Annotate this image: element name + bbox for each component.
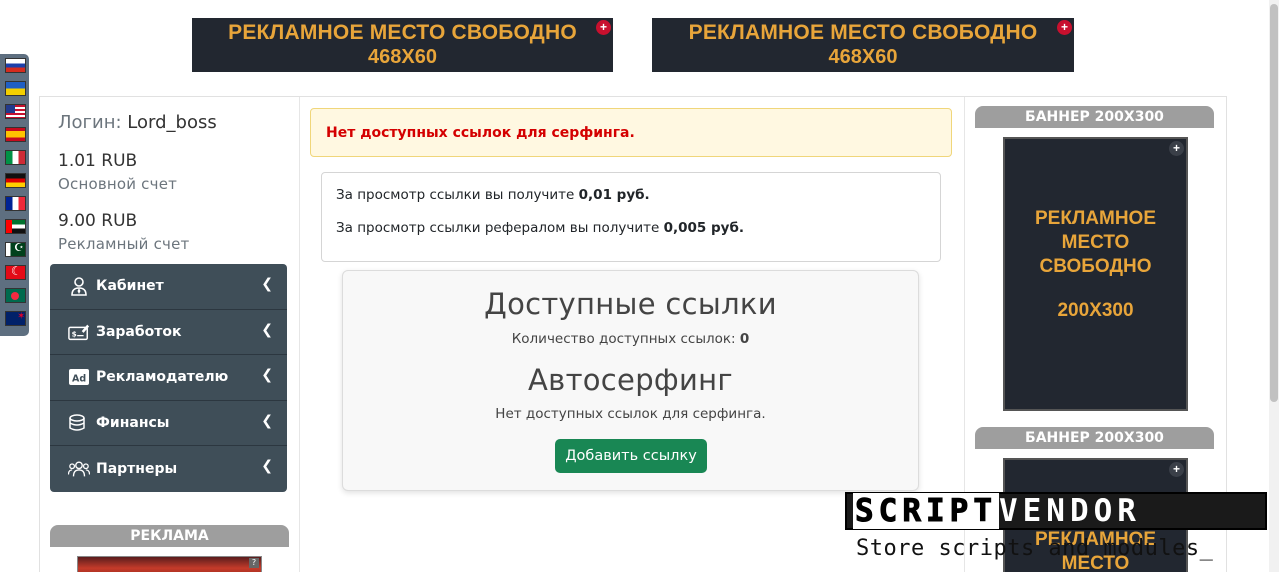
sidebar-menu: Кабинет ❮ $ Заработок ❮ Ad Рекламодателю… (50, 264, 287, 492)
ad-balance-value: 9.00 RUB (58, 211, 138, 231)
flag-ukraine-icon[interactable] (5, 81, 26, 96)
reward-label: За просмотр ссылки вы получите (336, 187, 575, 203)
reklama-thumbnail[interactable]: ? (77, 556, 262, 572)
flag-bangladesh-icon[interactable] (5, 288, 26, 303)
scriptvendor-watermark: SCRIPTVENDOR Store scripts and modules_ (845, 492, 1267, 572)
menu-item-finance[interactable]: Финансы ❮ (50, 401, 287, 447)
banner-heading: БАННЕР 200X300 (975, 106, 1214, 128)
no-links-alert: Нет доступных ссылок для серфинга. (310, 108, 952, 157)
banner-text: РЕКЛАМНОЕ МЕСТО СВОБОДНО (688, 21, 1038, 44)
login-label: Логин: (58, 112, 122, 133)
available-links-title: Доступные ссылки (484, 287, 777, 321)
autosurf-text: Нет доступных ссылок для серфинга. (495, 406, 766, 422)
logo-part-script: SCRIPT (853, 493, 999, 529)
users-icon (68, 458, 90, 480)
scriptvendor-logo: SCRIPTVENDOR (845, 492, 1267, 530)
plus-icon[interactable]: + (1169, 141, 1184, 156)
menu-label: Заработок (96, 323, 182, 340)
menu-label: Кабинет (96, 278, 164, 295)
login-value: Lord_boss (127, 112, 217, 133)
flag-russia-icon[interactable] (5, 58, 26, 73)
alert-text: Нет доступных ссылок для серфинга. (326, 124, 635, 141)
banner-heading: БАННЕР 200X300 (975, 427, 1214, 449)
chevron-left-icon: ❮ (261, 321, 273, 338)
banner-text: РЕКЛАМНОЕ (1035, 208, 1156, 229)
plus-icon[interactable]: + (596, 20, 611, 35)
reward-line: За просмотр ссылки вы получите 0,01 руб. (336, 187, 940, 203)
login-line: Логин: Lord_boss (58, 112, 217, 133)
menu-label: Финансы (96, 415, 170, 432)
main-balance-value: 1.01 RUB (58, 151, 138, 171)
banner-text: РЕКЛАМНОЕ МЕСТО СВОБОДНО (228, 21, 577, 44)
banner-text: МЕСТО (1061, 232, 1130, 253)
banner-text: СВОБОДНО (1039, 256, 1152, 277)
menu-item-partners[interactable]: Партнеры ❮ (50, 446, 287, 492)
flag-uae-icon[interactable] (5, 219, 26, 234)
menu-label: Рекламодателю (96, 369, 229, 386)
chevron-left-icon: ❮ (261, 412, 273, 429)
flag-france-icon[interactable] (5, 196, 26, 211)
flag-pakistan-icon[interactable] (5, 242, 26, 257)
scrollbar-thumb[interactable] (1270, 4, 1278, 402)
chevron-left-icon: ❮ (261, 458, 273, 475)
reward-value: 0,01 руб. (578, 187, 650, 203)
menu-item-cabinet[interactable]: Кабинет ❮ (50, 264, 287, 310)
reklama-heading: РЕКЛАМА (50, 525, 289, 547)
side-ad-banner-1[interactable]: + РЕКЛАМНОЕ МЕСТО СВОБОДНО 200X300 (1003, 137, 1188, 411)
main-balance-label: Основной счет (58, 175, 178, 193)
plus-icon[interactable]: + (1057, 20, 1072, 35)
links-count-label: Количество доступных ссылок: (511, 331, 736, 347)
autosurf-title: Автосерфинг (528, 363, 733, 397)
money-check-icon: $ (68, 321, 90, 343)
menu-label: Партнеры (96, 461, 178, 478)
user-tie-icon (68, 275, 90, 297)
banner-size: 468X60 (828, 46, 898, 68)
links-count-value: 0 (739, 331, 750, 347)
coins-icon (68, 412, 90, 434)
top-ad-banner-1[interactable]: + РЕКЛАМНОЕ МЕСТО СВОБОДНО 468X60 (192, 18, 613, 72)
page-scrollbar[interactable] (1269, 0, 1279, 572)
language-bar (0, 54, 29, 336)
plus-icon[interactable]: + (1169, 462, 1184, 477)
surfing-card: Доступные ссылки Количество доступных сс… (342, 270, 919, 491)
flag-italy-icon[interactable] (5, 150, 26, 165)
left-sidebar: Логин: Lord_boss 1.01 RUB Основной счет … (40, 97, 300, 572)
chevron-left-icon: ❮ (261, 367, 273, 384)
referral-reward-label: За просмотр ссылки рефералом вы получите (336, 220, 660, 236)
banner-size: 468X60 (368, 46, 437, 68)
top-ad-banner-2[interactable]: + РЕКЛАМНОЕ МЕСТО СВОБОДНО 468X60 (652, 18, 1074, 72)
banner-size: 200X300 (1057, 300, 1134, 321)
referral-reward-line: За просмотр ссылки рефералом вы получите… (336, 220, 940, 236)
ad-icon: Ad (68, 366, 90, 388)
menu-item-advertiser[interactable]: Ad Рекламодателю ❮ (50, 355, 287, 401)
chevron-left-icon: ❮ (261, 276, 273, 292)
watermark-tagline: Store scripts and modules_ (856, 536, 1214, 561)
logo-part-vendor: VENDOR (998, 493, 1141, 529)
flag-germany-icon[interactable] (5, 173, 26, 188)
menu-item-earnings[interactable]: $ Заработок ❮ (50, 310, 287, 356)
ad-balance-label: Рекламный счет (58, 235, 190, 253)
links-count-line: Количество доступных ссылок: 0 (343, 331, 918, 347)
flag-new-zealand-icon[interactable] (5, 311, 26, 326)
help-icon[interactable]: ? (249, 558, 259, 568)
svg-text:Ad: Ad (72, 374, 86, 385)
add-link-button[interactable]: Добавить ссылку (555, 439, 707, 473)
reward-info-box: За просмотр ссылки вы получите 0,01 руб.… (321, 172, 941, 262)
referral-reward-value: 0,005 руб. (663, 220, 744, 236)
flag-spain-icon[interactable] (5, 127, 26, 142)
svg-text:$: $ (72, 329, 77, 338)
flag-usa-icon[interactable] (5, 104, 26, 119)
flag-turkey-icon[interactable] (5, 265, 26, 280)
